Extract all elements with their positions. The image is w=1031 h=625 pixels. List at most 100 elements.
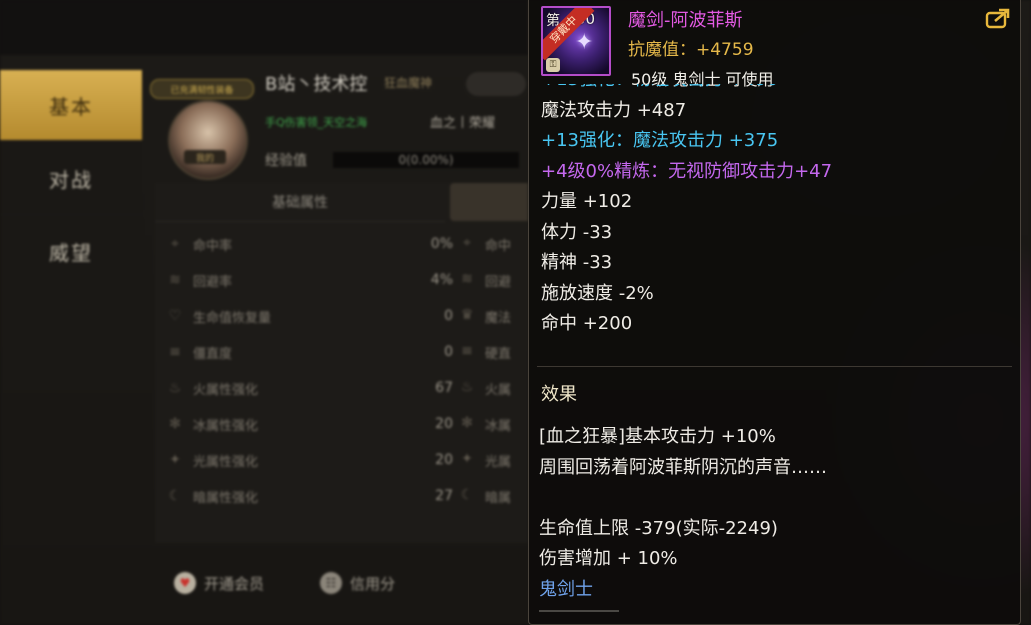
stat-name: 暗属性强化 bbox=[193, 490, 259, 506]
stat-name: 命中率 bbox=[193, 238, 233, 254]
stat-value: 20 bbox=[435, 452, 453, 468]
effect-line: 伤害增加 + 10% bbox=[539, 548, 678, 569]
stat-name: 火属性强化 bbox=[193, 382, 259, 398]
player-name: B站丶技术控 bbox=[265, 74, 368, 95]
bottom-bar: ♥ 开通会员 ☷ 信用分 bbox=[150, 560, 528, 610]
stat-name: 回避 bbox=[485, 275, 512, 290]
stat-value: 20 bbox=[435, 416, 453, 432]
player-title: 狂血魔神 bbox=[384, 76, 433, 90]
target-icon: ⌖ bbox=[463, 235, 471, 251]
stat-value: 0% bbox=[430, 236, 453, 252]
tab-label: 基础属性 bbox=[272, 195, 328, 211]
section-divider bbox=[537, 366, 1012, 367]
effect-list: [血之狂暴]基本攻击力 +10% 周围回荡着阿波菲斯阴沉的声音…… 生命值上限 … bbox=[539, 422, 1009, 605]
stat-name: 生命值恢复量 bbox=[193, 310, 272, 326]
crown-icon: ♛ bbox=[460, 307, 474, 323]
item-stat-line: +4级0%精炼：无视防御攻击力+47 bbox=[541, 160, 833, 182]
dark-icon: ☾ bbox=[168, 488, 182, 504]
clipped-text-line bbox=[539, 604, 639, 612]
sidebar-item-prestige[interactable]: 威望 bbox=[0, 216, 142, 286]
item-stat-line: 命中 +200 bbox=[541, 313, 633, 334]
profile-header: 已充满韧性装备 我的 B站丶技术控 狂血魔神 手Q伤害领_天空之海 血之丨荣耀 … bbox=[148, 70, 528, 180]
stat-value: 67 bbox=[435, 380, 453, 396]
effect-job-line: 鬼剑士 bbox=[539, 578, 593, 600]
effect-line-blank bbox=[539, 483, 1009, 514]
fire-icon: ♨ bbox=[168, 380, 182, 396]
stat-name: 冰属性强化 bbox=[193, 418, 259, 434]
fire-icon: ♨ bbox=[460, 379, 474, 395]
stat-row: ♡ 生命值恢复量 0 bbox=[163, 298, 453, 334]
effect-heading: 效果 bbox=[541, 384, 577, 405]
heart-icon: ♡ bbox=[168, 308, 182, 324]
stat-row: ≡ 僵直度 0 bbox=[163, 334, 453, 370]
lock-icon: ⚿ bbox=[546, 58, 560, 72]
stat-name: 暗属 bbox=[485, 491, 512, 506]
people-icon: ☷ bbox=[320, 572, 342, 594]
stat-name: 硬直 bbox=[485, 347, 512, 362]
item-stat-list: +13强化：物理攻击力 +490 魔法攻击力 +487 +13强化：魔法攻击力 … bbox=[541, 84, 1011, 364]
stat-name: 冰属 bbox=[485, 419, 512, 434]
item-tooltip: ✦ 第 50 穿戴中 ⚿ 魔剑-阿波菲斯 抗魔值：+4759 50级 鬼剑士 可… bbox=[528, 0, 1021, 625]
profile-badge: 已充满韧性装备 bbox=[150, 79, 254, 99]
stat-name: 火属 bbox=[485, 383, 512, 398]
exp-label: 经验值 bbox=[265, 153, 307, 169]
effect-line: 周围回荡着阿波菲斯阴沉的声音…… bbox=[539, 456, 827, 478]
exp-value: 0(0.00%) bbox=[398, 153, 454, 167]
item-stat-line: 精神 -33 bbox=[541, 252, 613, 273]
profile-action-button[interactable] bbox=[466, 72, 526, 96]
credit-label: 信用分 bbox=[350, 574, 396, 593]
sidebar-item-label: 威望 bbox=[49, 240, 93, 265]
stat-name: 魔法 bbox=[485, 311, 512, 326]
stat-name: 回避率 bbox=[193, 274, 233, 290]
target-icon: ⌖ bbox=[171, 236, 179, 252]
stun-icon: ≡ bbox=[461, 343, 473, 359]
stat-row: ⌖ 命中率 0% bbox=[163, 226, 453, 262]
sidebar-item-battle[interactable]: 对战 bbox=[0, 143, 142, 213]
effect-line: [血之狂暴]基本攻击力 +10% bbox=[539, 426, 776, 447]
stat-lines-inner: +13强化：物理攻击力 +490 魔法攻击力 +487 +13强化：魔法攻击力 … bbox=[541, 84, 1011, 340]
sidebar-item-label: 对战 bbox=[49, 167, 93, 192]
tab-basic-attributes[interactable]: 基础属性 bbox=[155, 183, 445, 222]
stat-row: ✻ 冰属性强化 20 bbox=[163, 406, 453, 442]
effect-line: 生命值上限 -379(实际-2249) bbox=[539, 517, 778, 539]
item-stat-line: 施放速度 -2% bbox=[541, 282, 654, 304]
stat-value: 4% bbox=[430, 272, 453, 288]
stats-panel: 基础属性 ⌖ 命中率 0% ≋ 回避率 4% ♡ 生命值恢复量 0 ≡ 僵直度 … bbox=[155, 183, 528, 543]
vip-label: 开通会员 bbox=[204, 574, 265, 593]
stat-row: ✦ 光属性强化 20 bbox=[163, 442, 453, 478]
stat-row: ☾ 暗属性强化 27 bbox=[163, 478, 453, 514]
sidebar-item-label: 基本 bbox=[49, 94, 93, 119]
item-stat-line: 体力 -33 bbox=[541, 221, 613, 243]
ice-icon: ✻ bbox=[461, 415, 473, 431]
player-guild: 手Q伤害领_天空之海 bbox=[265, 116, 368, 129]
ice-icon: ✻ bbox=[169, 416, 181, 432]
item-title: 魔剑-阿波菲斯 bbox=[628, 10, 743, 31]
vip-icon: ♥ bbox=[174, 572, 196, 594]
dark-icon: ☾ bbox=[460, 487, 474, 503]
stat-value: 0 bbox=[444, 344, 453, 360]
item-stat-line: +13强化：魔法攻击力 +375 bbox=[541, 130, 779, 151]
top-band bbox=[0, 0, 528, 55]
item-stat-line: +13强化：物理攻击力 +490 bbox=[541, 84, 1011, 96]
stat-name: 命中 bbox=[485, 239, 512, 254]
item-stat-line: 魔法攻击力 +487 bbox=[541, 99, 687, 121]
sword-sparkle-icon: ✦ bbox=[575, 30, 594, 55]
tab-secondary[interactable] bbox=[450, 183, 528, 221]
stat-row: ♨ 火属性强化 67 bbox=[163, 370, 453, 406]
vip-button[interactable]: ♥ 开通会员 bbox=[174, 572, 264, 594]
dodge-icon: ≋ bbox=[461, 271, 473, 287]
item-stat-line: 力量 +102 bbox=[541, 191, 633, 212]
export-icon[interactable] bbox=[985, 8, 1011, 30]
stat-row: ≋ 回避率 4% bbox=[163, 262, 453, 298]
avatar[interactable] bbox=[168, 100, 248, 180]
light-icon: ✦ bbox=[169, 452, 181, 468]
credit-button[interactable]: ☷ 信用分 bbox=[320, 572, 395, 594]
dodge-icon: ≋ bbox=[169, 272, 181, 288]
item-icon[interactable]: ✦ 第 50 穿戴中 ⚿ bbox=[541, 6, 611, 76]
player-guild-secondary: 血之丨荣耀 bbox=[430, 116, 496, 131]
stat-name: 光属 bbox=[485, 455, 512, 470]
sidebar-item-basic[interactable]: 基本 bbox=[0, 70, 142, 140]
stat-name: 光属性强化 bbox=[193, 454, 259, 470]
item-magic-resist: 抗魔值：+4759 bbox=[628, 40, 754, 60]
sidebar: 基本 对战 威望 bbox=[0, 70, 142, 289]
